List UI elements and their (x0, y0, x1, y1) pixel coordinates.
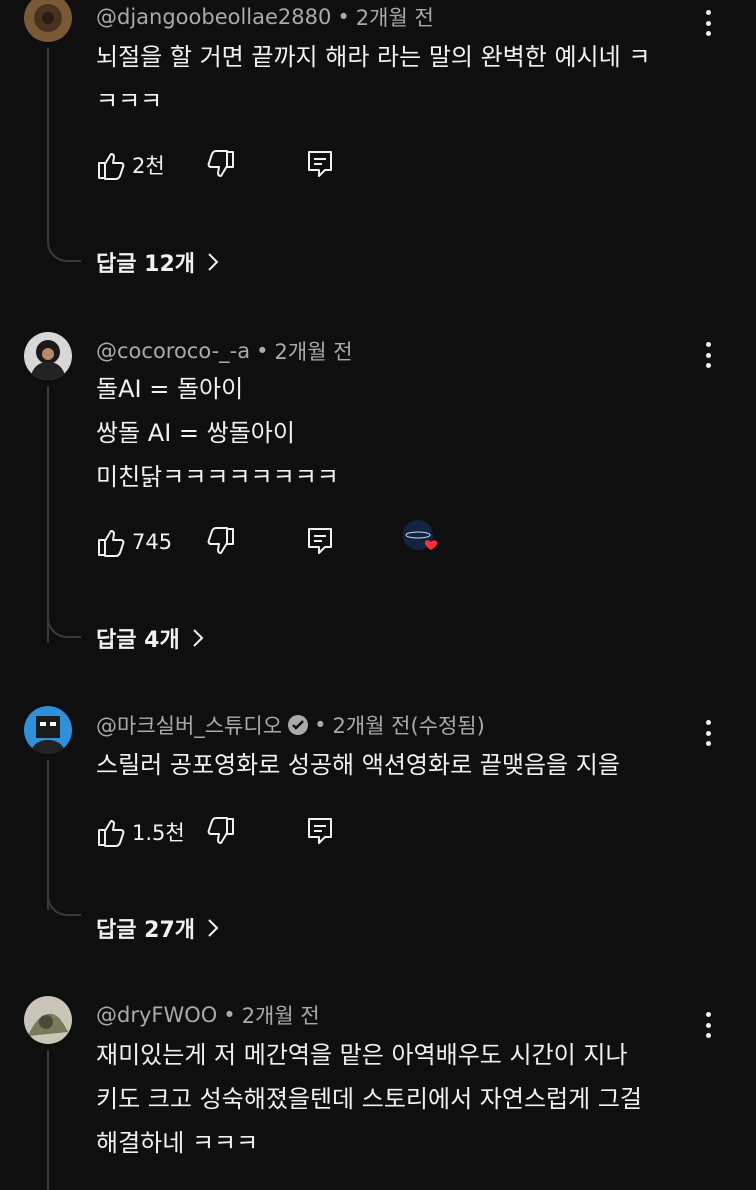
comment-text: 스릴러 공포영화로 성공해 액션영화로 끝맺음을 지을 (96, 751, 620, 779)
comment-text: 키도 크고 성숙해졌을텐데 스토리에서 자연스럽게 그걸 (96, 1085, 642, 1113)
reply-button[interactable] (306, 526, 334, 556)
replies-count: 답글 12개 (96, 252, 195, 277)
timestamp[interactable]: 2개월 전 (242, 1000, 320, 1030)
like-count: 2천 (132, 154, 165, 178)
dislike-button[interactable] (206, 816, 236, 848)
replies-count: 답글 27개 (96, 918, 195, 943)
thread-line (47, 386, 49, 642)
thumbs-up-icon (98, 820, 125, 847)
timestamp[interactable]: 2개월 전 (332, 710, 410, 740)
thumbs-down-icon (207, 817, 234, 844)
separator: • (223, 1003, 236, 1027)
thread-line (47, 760, 49, 910)
separator: • (314, 713, 327, 737)
chevron-right-icon (192, 629, 204, 647)
thread-curve (47, 890, 81, 916)
reply-icon (308, 151, 332, 177)
author-name[interactable]: @dryFWOO (96, 1003, 217, 1027)
comment-header: @마크실버_스튜디오 • 2개월 전 (수정됨) (96, 710, 485, 740)
more-options-icon[interactable] (696, 718, 720, 748)
like-button[interactable]: 2천 (96, 149, 165, 181)
separator: • (256, 339, 269, 363)
thumbs-down-icon (207, 150, 234, 177)
creator-avatar-heart-icon (403, 520, 438, 550)
more-options-icon[interactable] (696, 8, 720, 38)
separator: • (337, 5, 350, 29)
author-name[interactable]: @djangoobeollae2880 (96, 5, 331, 29)
like-button[interactable]: 1.5천 (96, 816, 185, 848)
replies-count: 답글 4개 (96, 628, 180, 653)
thumbs-up-icon (98, 530, 125, 557)
chevron-right-icon (208, 919, 219, 937)
thread-line (47, 48, 49, 238)
more-options-icon[interactable] (696, 340, 720, 370)
dislike-button[interactable] (206, 526, 236, 558)
comment-actions: 2천 (96, 149, 696, 183)
comment-text: 재미있는게 저 메간역을 맡은 아역배우도 시간이 지나 (96, 1041, 628, 1069)
reply-icon (308, 818, 332, 844)
more-options-icon[interactable] (696, 1010, 720, 1040)
creator-heart-badge (401, 518, 441, 558)
reply-button[interactable] (306, 816, 334, 846)
comment-text: 미친닭ㅋㅋㅋㅋㅋㅋㅋㅋ (96, 463, 339, 491)
thread-curve (47, 236, 81, 262)
like-count: 745 (132, 530, 173, 554)
comment-actions: 745 (96, 520, 696, 560)
view-replies-button[interactable]: 답글 27개 (96, 912, 219, 944)
comment-actions: 1.5천 (96, 816, 696, 850)
avatar[interactable] (24, 332, 72, 380)
thumbs-down-icon (207, 527, 234, 554)
view-replies-button[interactable]: 답글 4개 (96, 622, 204, 654)
comment-header: @dryFWOO • 2개월 전 (96, 1000, 320, 1030)
timestamp[interactable]: 2개월 전 (275, 336, 353, 366)
comment-header: @djangoobeollae2880 • 2개월 전 (96, 2, 434, 32)
reply-icon (308, 528, 332, 554)
comment-header: @cocoroco-_-a • 2개월 전 (96, 336, 353, 366)
edited-label: (수정됨) (410, 714, 485, 738)
comment-text: ㅋㅋㅋ (96, 87, 163, 115)
view-replies-button[interactable]: 답글 12개 (96, 246, 219, 278)
author-name[interactable]: @cocoroco-_-a (96, 339, 250, 363)
dislike-button[interactable] (206, 149, 236, 181)
thumbs-up-icon (98, 153, 125, 180)
like-button[interactable]: 745 (96, 526, 172, 558)
timestamp[interactable]: 2개월 전 (356, 2, 434, 32)
author-name[interactable]: @마크실버_스튜디오 (96, 710, 282, 740)
chevron-right-icon (208, 253, 219, 271)
comment-text: 쌍돌 AI = 쌍돌아이 (96, 419, 295, 447)
avatar[interactable] (24, 706, 72, 754)
verified-check-icon (288, 715, 309, 735)
thread-line (47, 1050, 49, 1190)
reply-button[interactable] (306, 149, 334, 179)
comment-text: 해결하네 ㅋㅋㅋ (96, 1129, 259, 1157)
comment-text: 뇌절을 할 거면 끝까지 해라 라는 말의 완벽한 예시네 ㅋ (96, 43, 651, 71)
avatar[interactable] (24, 996, 72, 1044)
thread-curve (47, 612, 81, 638)
like-count: 1.5천 (132, 821, 185, 845)
avatar[interactable] (24, 0, 72, 42)
comment-text: 돌AI = 돌아이 (96, 375, 244, 403)
